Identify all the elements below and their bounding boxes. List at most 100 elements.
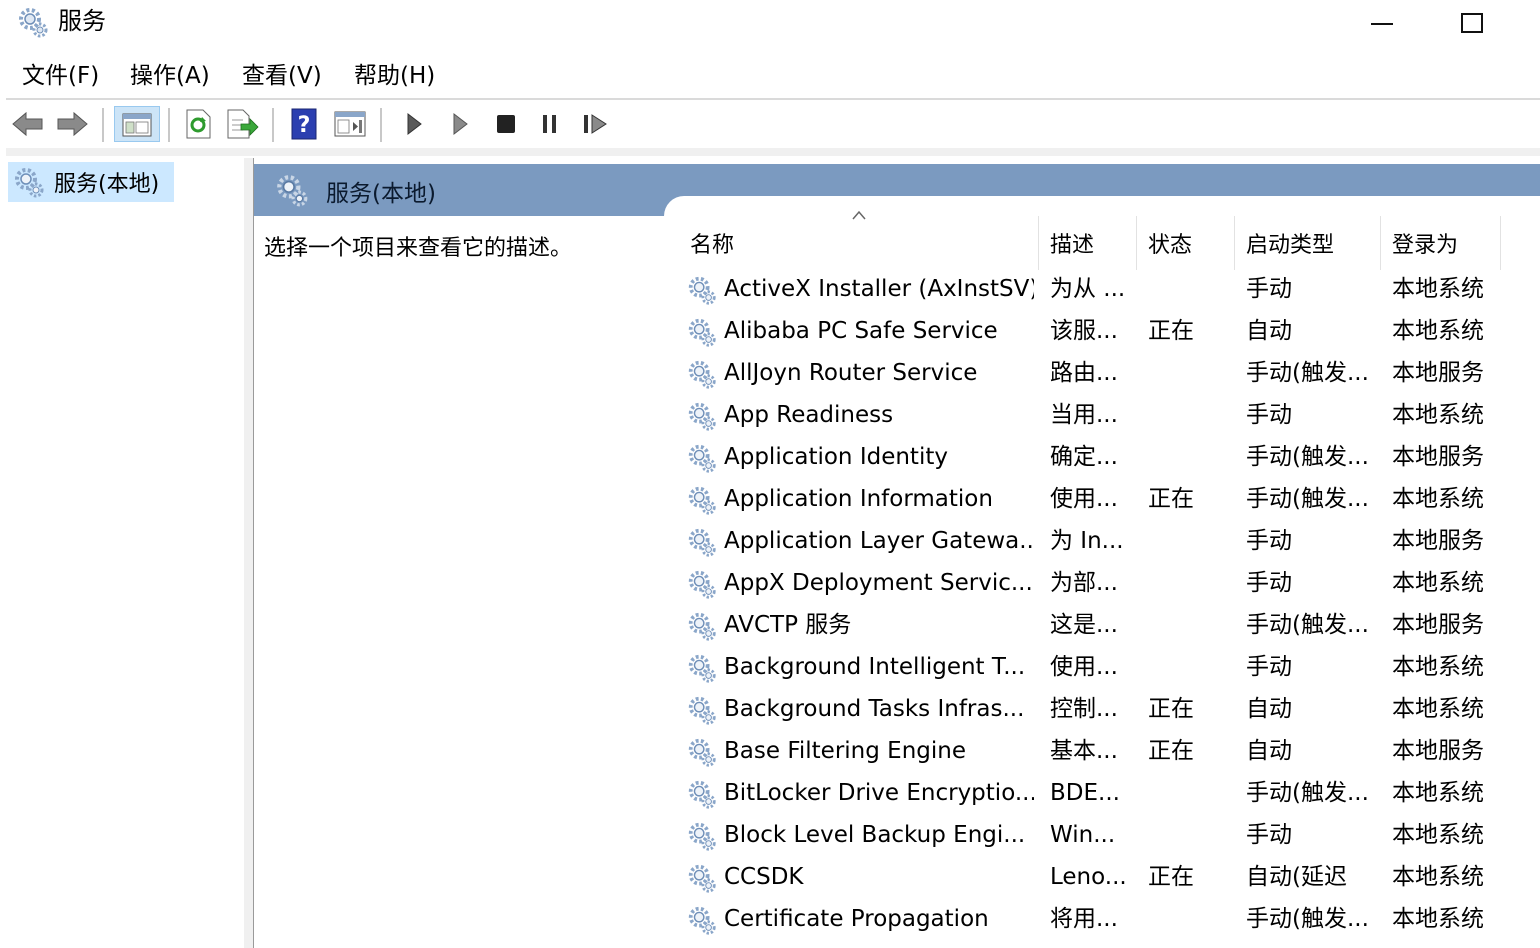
cell-description: 使用... bbox=[1050, 654, 1118, 680]
table-row[interactable]: AVCTP 服务 这是... 手动(触发... 本地服务 bbox=[680, 604, 1540, 646]
cell-startup-type: 手动(触发... bbox=[1246, 360, 1369, 386]
column-divider[interactable] bbox=[1038, 216, 1039, 270]
cell-startup-type: 手动 bbox=[1246, 570, 1292, 596]
cell-logon-as: 本地系统 bbox=[1392, 402, 1484, 428]
cell-description: 将用... bbox=[1050, 906, 1118, 932]
pause-service-button[interactable] bbox=[532, 106, 568, 142]
cell-status: 正在 bbox=[1148, 696, 1194, 722]
menu-help[interactable]: 帮助(H) bbox=[346, 58, 443, 94]
cell-description: 为从 ... bbox=[1050, 276, 1126, 302]
cell-startup-type: 手动 bbox=[1246, 822, 1292, 848]
cell-description: 当用... bbox=[1050, 402, 1118, 428]
cell-name: AVCTP 服务 bbox=[724, 612, 852, 638]
cell-status bbox=[1148, 352, 1232, 394]
gear-icon bbox=[274, 172, 310, 212]
table-row[interactable]: AllJoyn Router Service 路由... 手动(触发... 本地服务 bbox=[680, 352, 1540, 394]
table-row[interactable]: App Readiness 当用... 手动 本地系统 bbox=[680, 394, 1540, 436]
menu-bar: 文件(F) 操作(A) 查看(V) 帮助(H) bbox=[0, 52, 1540, 98]
maximize-icon bbox=[1461, 13, 1483, 33]
cell-logon-as: 本地服务 bbox=[1392, 612, 1484, 638]
table-row[interactable]: Certificate Propagation 将用... 手动(触发... 本地系统 bbox=[680, 898, 1540, 940]
pause-service-icon bbox=[543, 115, 556, 133]
table-row[interactable]: Application Layer Gatewa... 为 In... 手动 本地服务 bbox=[680, 520, 1540, 562]
column-header-name[interactable]: 名称 bbox=[690, 226, 734, 266]
cell-startup-type: 自动 bbox=[1246, 318, 1292, 344]
toolbar-separator bbox=[168, 108, 170, 142]
cell-description: Leno... bbox=[1050, 864, 1127, 890]
cell-name: Base Filtering Engine bbox=[724, 738, 966, 764]
start-service-alt-button[interactable] bbox=[442, 106, 478, 142]
menu-file[interactable]: 文件(F) bbox=[14, 58, 107, 94]
table-row[interactable]: Base Filtering Engine 基本... 正在 自动 本地服务 bbox=[680, 730, 1540, 772]
cell-logon-as: 本地系统 bbox=[1392, 906, 1484, 932]
table-row[interactable]: ActiveX Installer (AxInstSV) 为从 ... 手动 本地系统 bbox=[680, 268, 1540, 310]
column-header-startup-type[interactable]: 启动类型 bbox=[1246, 226, 1334, 266]
resume-service-button[interactable] bbox=[578, 106, 614, 142]
forward-button[interactable] bbox=[54, 106, 90, 142]
properties-view-button[interactable] bbox=[332, 106, 368, 142]
cell-description: BDE... bbox=[1050, 780, 1120, 806]
pane-splitter[interactable] bbox=[244, 158, 254, 948]
minimize-button[interactable] bbox=[1352, 0, 1412, 46]
table-row[interactable]: BitLocker Drive Encryptio... BDE... 手动(触发.… bbox=[680, 772, 1540, 814]
column-divider[interactable] bbox=[1136, 216, 1137, 270]
column-header-description[interactable]: 描述 bbox=[1050, 226, 1094, 266]
column-header-logon-as[interactable]: 登录为 bbox=[1392, 226, 1458, 266]
table-row[interactable]: CCSDK Leno... 正在 自动(延迟 本地系统 bbox=[680, 856, 1540, 898]
service-gear-icon bbox=[686, 820, 718, 852]
column-header-status[interactable]: 状态 bbox=[1148, 226, 1192, 266]
cell-status: 正在 bbox=[1148, 864, 1194, 890]
table-row[interactable]: Background Tasks Infras... 控制... 正在 自动 本地系统 bbox=[680, 688, 1540, 730]
table-row[interactable]: Background Intelligent T... 使用... 手动 本地系统 bbox=[680, 646, 1540, 688]
service-gear-icon bbox=[686, 904, 718, 936]
show-hide-console-tree-icon bbox=[122, 113, 152, 137]
title-bar: 服务 bbox=[0, 0, 1540, 46]
cell-startup-type: 手动(触发... bbox=[1246, 612, 1369, 638]
cell-startup-type: 手动(触发... bbox=[1246, 780, 1369, 806]
export-list-button[interactable] bbox=[224, 106, 260, 142]
cell-description: 控制... bbox=[1050, 696, 1118, 722]
help-button[interactable]: ? bbox=[286, 106, 322, 142]
cell-status bbox=[1148, 394, 1232, 436]
cell-description: Win... bbox=[1050, 822, 1116, 848]
toolbar-divider bbox=[6, 148, 1540, 156]
cell-status bbox=[1148, 268, 1232, 310]
export-list-icon bbox=[227, 109, 259, 139]
cell-name: AllJoyn Router Service bbox=[724, 360, 978, 386]
maximize-button[interactable] bbox=[1442, 0, 1502, 46]
table-row[interactable]: Application Identity 确定... 手动(触发... 本地服务 bbox=[680, 436, 1540, 478]
help-icon: ? bbox=[291, 108, 317, 140]
column-divider[interactable] bbox=[1500, 216, 1501, 270]
toolbar-separator bbox=[380, 108, 382, 142]
table-row[interactable]: AppX Deployment Servic... 为部... 手动 本地系统 bbox=[680, 562, 1540, 604]
menu-view[interactable]: 查看(V) bbox=[234, 58, 330, 94]
cell-name: Alibaba PC Safe Service bbox=[724, 318, 998, 344]
back-button[interactable] bbox=[10, 106, 46, 142]
forward-arrow-icon bbox=[57, 111, 88, 137]
window-title: 服务 bbox=[58, 7, 106, 35]
start-service-button[interactable] bbox=[396, 106, 432, 142]
stop-service-button[interactable] bbox=[488, 106, 524, 142]
refresh-button[interactable] bbox=[180, 106, 216, 142]
cell-status: 正在 bbox=[1148, 318, 1194, 344]
cell-description: 为部... bbox=[1050, 570, 1118, 596]
toolbar: ? bbox=[0, 100, 1540, 150]
cell-description: 使用... bbox=[1050, 486, 1118, 512]
column-divider[interactable] bbox=[1380, 216, 1381, 270]
cell-status: 正在 bbox=[1148, 486, 1194, 512]
cell-startup-type: 自动 bbox=[1246, 696, 1292, 722]
table-row[interactable]: Alibaba PC Safe Service 该服... 正在 自动 本地系统 bbox=[680, 310, 1540, 352]
gear-icon bbox=[16, 5, 50, 39]
column-divider[interactable] bbox=[1234, 216, 1235, 270]
cell-logon-as: 本地服务 bbox=[1392, 528, 1484, 554]
cell-name: AppX Deployment Servic... bbox=[724, 570, 1033, 596]
table-row[interactable]: Block Level Backup Engi... Win... 手动 本地系统 bbox=[680, 814, 1540, 856]
refresh-icon bbox=[186, 109, 211, 139]
cell-description: 基本... bbox=[1050, 738, 1118, 764]
cell-logon-as: 本地系统 bbox=[1392, 276, 1484, 302]
show-hide-console-tree-button[interactable] bbox=[114, 106, 160, 142]
table-row[interactable]: Application Information 使用... 正在 手动(触发... 本地… bbox=[680, 478, 1540, 520]
cell-status bbox=[1148, 436, 1232, 478]
tree-item-services-local[interactable]: 服务(本地) bbox=[8, 162, 174, 202]
menu-action[interactable]: 操作(A) bbox=[122, 58, 218, 94]
